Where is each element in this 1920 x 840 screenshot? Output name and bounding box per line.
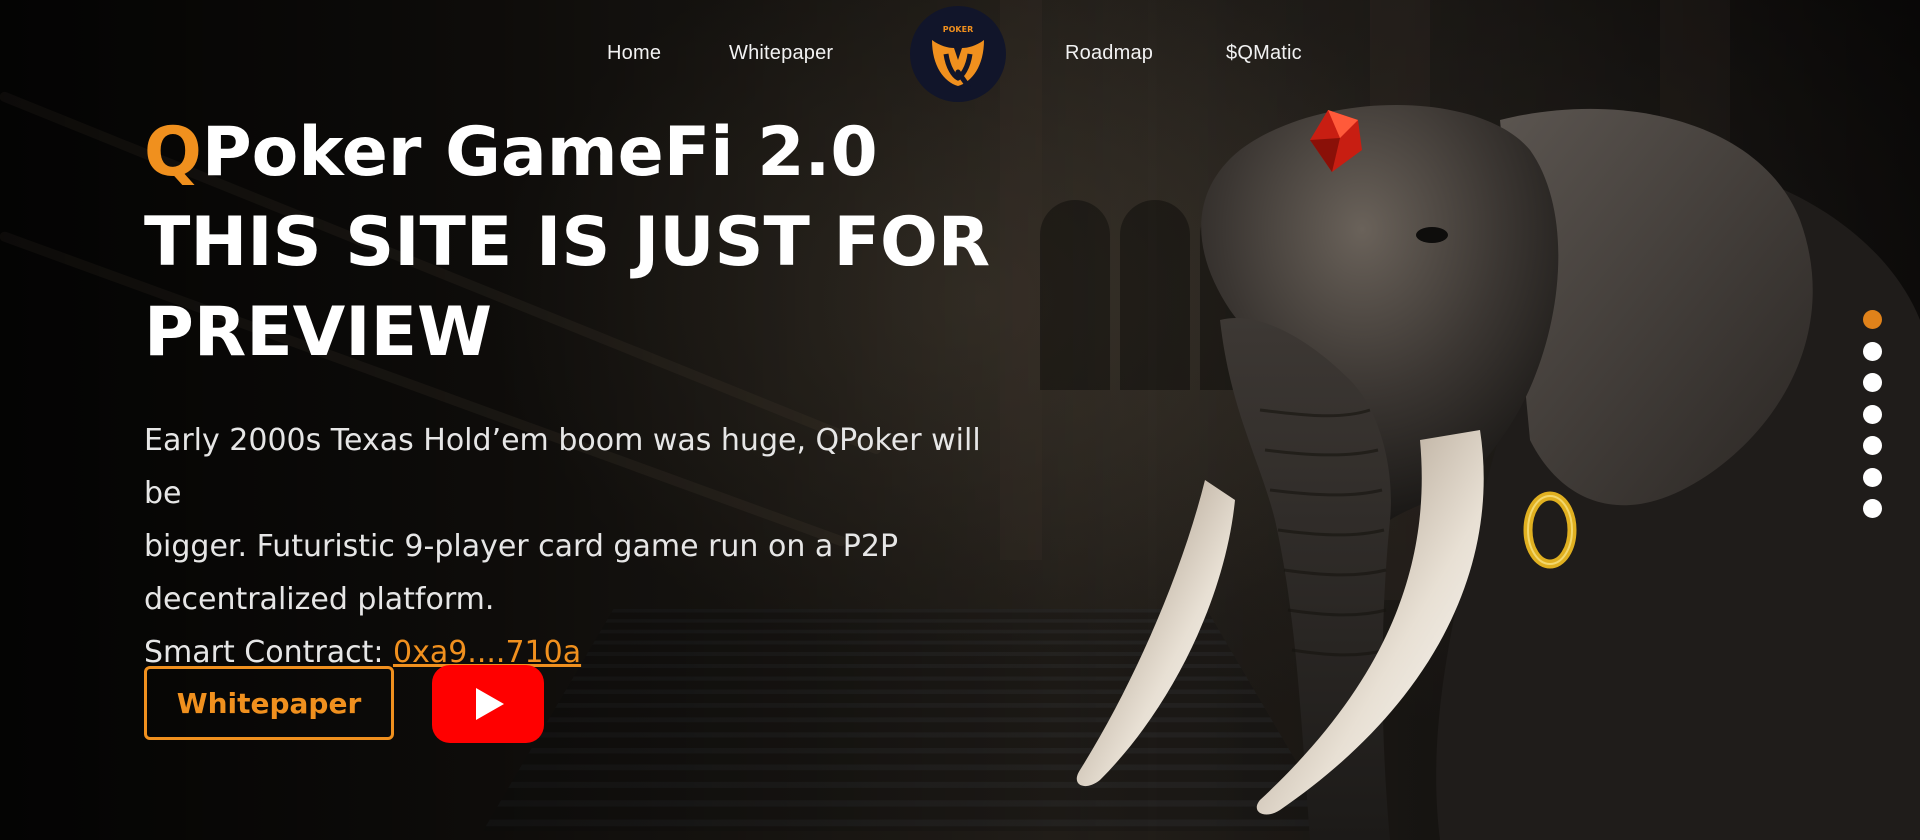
qpoker-logo[interactable]: POKER xyxy=(910,6,1006,102)
logo-text: POKER xyxy=(943,25,974,34)
nav-link-qmatic[interactable]: $QMatic xyxy=(1226,42,1302,65)
title-line-2: THIS SITE IS JUST FOR xyxy=(144,203,991,282)
slide-dot[interactable] xyxy=(1863,436,1882,455)
title-accent: Q xyxy=(144,113,202,192)
slide-indicator xyxy=(1863,310,1883,531)
slide-dot[interactable] xyxy=(1863,404,1882,424)
youtube-button[interactable] xyxy=(432,665,544,743)
whitepaper-button[interactable]: Whitepaper xyxy=(144,666,394,740)
top-navigation: Home Whitepaper POKER Roadmap $QMatic xyxy=(0,0,1920,110)
page-title: QPoker GameFi 2.0 THIS SITE IS JUST FOR … xyxy=(144,108,1044,378)
smart-contract-label: Smart Contract: xyxy=(144,635,393,670)
hero-description: Early 2000s Texas Hold’em boom was huge,… xyxy=(144,414,1024,679)
elephant-illustration xyxy=(1076,105,1920,840)
qpoker-logo-icon: POKER xyxy=(932,25,984,89)
title-line-3: PREVIEW xyxy=(144,293,493,372)
description-line: Early 2000s Texas Hold’em boom was huge,… xyxy=(144,423,981,511)
hero-section: Home Whitepaper POKER Roadmap $QMatic QP… xyxy=(0,0,1920,840)
description-line: decentralized platform. xyxy=(144,582,495,617)
youtube-play-icon xyxy=(476,688,504,720)
slide-dot[interactable] xyxy=(1863,373,1882,392)
slide-dot-active[interactable] xyxy=(1863,310,1882,329)
nav-link-whitepaper[interactable]: Whitepaper xyxy=(729,42,833,65)
title-main: Poker GameFi 2.0 xyxy=(201,113,878,192)
slide-dot[interactable] xyxy=(1863,499,1882,518)
slide-dot[interactable] xyxy=(1863,467,1882,487)
slide-dot[interactable] xyxy=(1863,341,1882,361)
description-line: bigger. Futuristic 9-player card game ru… xyxy=(144,529,899,564)
nav-link-roadmap[interactable]: Roadmap xyxy=(1065,42,1153,65)
nav-link-home[interactable]: Home xyxy=(607,42,661,65)
